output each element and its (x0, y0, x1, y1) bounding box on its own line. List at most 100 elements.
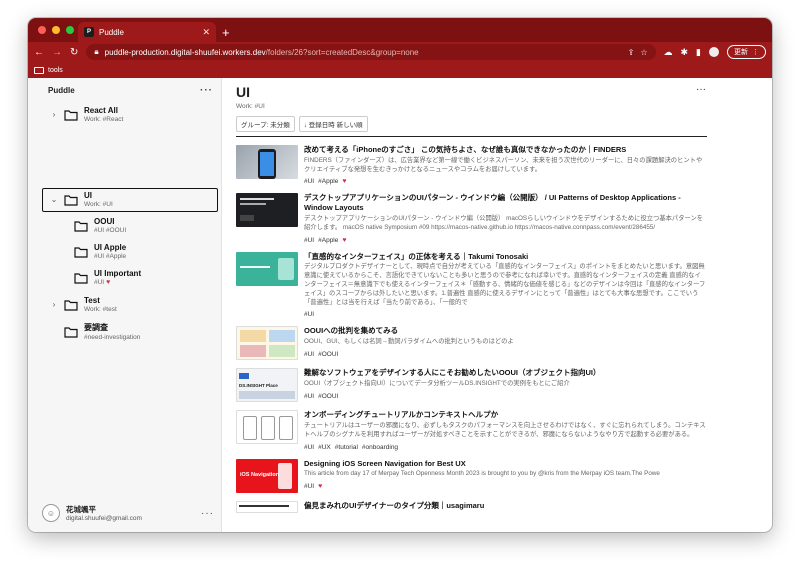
user-menu-icon[interactable]: ··· (201, 508, 214, 519)
address-bar[interactable]: 🔒︎ puddle-production.digital-shuufei.wor… (86, 44, 656, 60)
folder-need-investigation[interactable]: 要調査 #need-investigation (64, 322, 140, 341)
list-item[interactable]: OOUIへの批判を集めてみる OOUI、GUI、もしくは名詞→動詞パラダイムへの… (236, 326, 707, 361)
item-description: デジタルプロダクトデザイナーとして、現時点で自分が考えている「直感的なインターフ… (304, 263, 706, 306)
item-title[interactable]: 「直感的なインターフェイス」の正体を考える｜Takumi Tonosaki (304, 252, 707, 262)
list-item[interactable]: 改めて考える「iPhoneのすごさ」 この気持ちよさ、なぜ誰も真似できなかったの… (236, 145, 707, 185)
item-description: チュートリアルはユーザーの邪魔になり、必ずしもタスクのパフォーマンスを向上させる… (304, 422, 706, 438)
item-title[interactable]: Designing iOS Screen Navigation for Best… (304, 459, 707, 469)
cloud-extension-icon[interactable]: ☁ (664, 47, 673, 58)
puddle-favicon-icon: P (84, 27, 94, 37)
tag[interactable]: #UI (304, 444, 314, 451)
tag[interactable]: #UI (304, 393, 314, 400)
filter-bar: グループ: 未分類 ↓ 登録日時 新しい順 (236, 116, 758, 132)
minimize-window-icon[interactable] (52, 26, 60, 34)
item-title[interactable]: 偏見まみれのUIデザイナーのタイプ分類｜usagimaru (304, 501, 707, 511)
tag[interactable]: #OOUI (318, 393, 338, 400)
thumbnail (236, 251, 298, 286)
heart-icon[interactable]: ♥ (318, 483, 322, 490)
folder-ui-important[interactable]: UI Important #UI ♥ (74, 269, 141, 286)
close-tab-icon[interactable]: ✕ (202, 27, 210, 38)
user-profile[interactable]: ☺ 花城颯平 digital.shuufei@gmail.com ··· (42, 504, 214, 522)
tag[interactable]: #UI (304, 237, 314, 244)
list-item[interactable]: オンボーディングチュートリアルかコンテキストヘルプか チュートリアルはユーザーの… (236, 410, 707, 451)
chevron-right-icon[interactable]: › (50, 300, 58, 309)
folder-icon (64, 194, 78, 206)
page-title: UI (236, 84, 250, 100)
thumbnail: iOS Navigation (236, 458, 298, 493)
tag[interactable]: #UI (304, 178, 314, 185)
user-email: digital.shuufei@gmail.com (66, 515, 142, 522)
sort-button[interactable]: ↓ 登録日時 新しい順 (298, 116, 368, 132)
item-description: OOUI、GUI、もしくは名詞→動詞パラダイムへの批判というものはどのよ (304, 338, 514, 346)
divider (236, 136, 707, 137)
thumb-label: DS.INSIGHT Place (239, 383, 278, 389)
chevron-right-icon[interactable]: › (50, 110, 58, 119)
thumb-label: iOS Navigation (240, 471, 280, 478)
folder-react-all[interactable]: › React All Work: #React (50, 106, 124, 123)
tag[interactable]: #Apple (318, 178, 338, 185)
page-subtitle: Work: #UI (236, 103, 265, 110)
folder-ui-apple[interactable]: UI Apple #UI #Apple (74, 243, 126, 260)
tab-bar: P Puddle ✕ + (28, 18, 772, 42)
heart-icon[interactable]: ♥ (342, 178, 346, 185)
tag[interactable]: #Apple (318, 237, 338, 244)
page-menu-icon[interactable]: ··· (696, 84, 706, 95)
item-title[interactable]: 難解なソフトウェアをデザインする人にこそお勧めしたいOOUI（オブジェクト指向U… (304, 368, 707, 378)
new-tab-icon[interactable]: + (222, 25, 230, 40)
browser-toolbar: ← → ↻ 🔒︎ puddle-production.digital-shuuf… (28, 42, 772, 62)
url-path: /folders/26?sort=createdDesc&group=none (265, 47, 419, 57)
list-item[interactable]: iOS Navigation Designing iOS Screen Navi… (236, 458, 707, 493)
more-vertical-icon: ⋮ (752, 49, 759, 56)
group-filter-button[interactable]: グループ: 未分類 (236, 116, 295, 132)
bookmark-list: 改めて考える「iPhoneのすごさ」 この気持ちよさ、なぜ誰も真似できなかったの… (236, 145, 707, 513)
main-content: UI ··· Work: #UI グループ: 未分類 ↓ 登録日時 新しい順 改… (222, 78, 772, 532)
profile-avatar-icon[interactable] (709, 47, 719, 57)
item-title[interactable]: オンボーディングチュートリアルかコンテキストヘルプか (304, 410, 707, 420)
heart-icon: ♥ (106, 279, 111, 286)
list-item[interactable]: 「直感的なインターフェイス」の正体を考える｜Takumi Tonosaki デジ… (236, 251, 707, 318)
reload-icon[interactable]: ↻ (70, 47, 78, 58)
back-icon[interactable]: ← (34, 47, 44, 58)
folder-icon (64, 109, 78, 121)
list-item[interactable]: DS.INSIGHT Place 難解なソフトウェアをデザインする人にこそお勧め… (236, 368, 707, 403)
tag[interactable]: #UI (304, 351, 314, 358)
tag[interactable]: #OOUI (318, 351, 338, 358)
sidepanel-icon[interactable]: ▮ (696, 47, 701, 58)
folder-ui[interactable]: ⌄ UI Work: #UI (50, 191, 113, 208)
folder-icon (64, 299, 78, 311)
thumbnail (236, 500, 298, 513)
tag[interactable]: #UI (304, 483, 314, 490)
share-icon[interactable]: ⇪ (628, 48, 635, 57)
folder-icon (74, 220, 88, 232)
folder-icon (74, 246, 88, 258)
tag[interactable]: #onboarding (362, 444, 398, 451)
tag[interactable]: #UX (318, 444, 331, 451)
lock-icon: 🔒︎ (94, 47, 99, 56)
close-window-icon[interactable] (38, 26, 46, 34)
item-description: デスクトップアプリケーションのUIパターン - ウインドウ編（公開版） macO… (304, 214, 704, 231)
app: Puddle ··· › React All Work: #React ⌄ UI W… (28, 78, 772, 532)
folder-test[interactable]: › Test Work: #test (50, 296, 117, 313)
item-title[interactable]: OOUIへの批判を集めてみる (304, 326, 707, 336)
zoom-window-icon[interactable] (66, 26, 74, 34)
tag[interactable]: #tutorial (335, 444, 358, 451)
item-title[interactable]: デスクトップアプリケーションのUIパターン - ウインドウ編（公開版） / UI… (304, 193, 707, 213)
sidebar: Puddle ··· › React All Work: #React ⌄ UI W… (28, 78, 222, 532)
bookmark-tools[interactable]: tools (48, 67, 63, 74)
forward-icon[interactable]: → (52, 47, 62, 58)
chevron-down-icon[interactable]: ⌄ (50, 195, 58, 204)
list-item[interactable]: デスクトップアプリケーションのUIパターン - ウインドウ編（公開版） / UI… (236, 193, 707, 244)
update-button[interactable]: 更新 ⋮ (727, 45, 766, 59)
tag[interactable]: #UI (304, 311, 314, 318)
item-title[interactable]: 改めて考える「iPhoneのすごさ」 この気持ちよさ、なぜ誰も真似できなかったの… (304, 145, 707, 155)
item-description: FINDERS（ファインダーズ）は、広告業界など第一線で働くビジネスパーソン、未… (304, 156, 703, 173)
extensions-icon[interactable]: ✱ (681, 47, 689, 58)
folder-ooui[interactable]: OOUI #UI #OOUI (74, 217, 126, 234)
heart-icon[interactable]: ♥ (342, 237, 346, 244)
tab-title: Puddle (99, 27, 124, 37)
tab-puddle[interactable]: P Puddle ✕ (78, 22, 216, 42)
list-item[interactable]: 偏見まみれのUIデザイナーのタイプ分類｜usagimaru (236, 500, 707, 513)
sidebar-menu-icon[interactable]: ··· (200, 85, 213, 96)
thumbnail: DS.INSIGHT Place (236, 368, 298, 403)
bookmark-star-icon[interactable]: ☆ (640, 48, 647, 57)
